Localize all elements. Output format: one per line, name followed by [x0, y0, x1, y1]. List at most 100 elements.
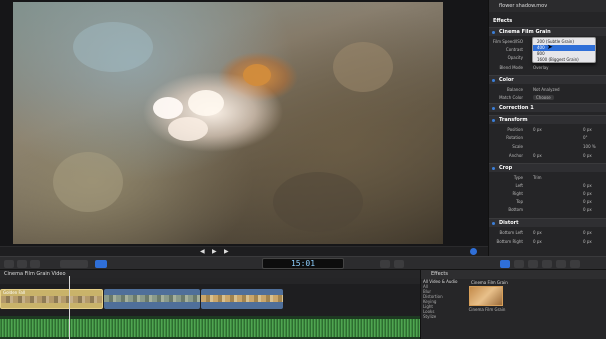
- timecode-display[interactable]: 15:01: [262, 258, 344, 269]
- timeline-clip[interactable]: Golden Fall: [0, 289, 103, 309]
- timeline-clip[interactable]: [104, 289, 200, 309]
- row-label: Bottom Right: [496, 239, 523, 244]
- position-x-field[interactable]: 0 px: [533, 127, 542, 132]
- row-value: Not Analyzed: [533, 87, 560, 92]
- generators-icon[interactable]: [556, 260, 566, 268]
- row-label: Opacity: [507, 55, 523, 60]
- bottom-right-x-field[interactable]: 0 px: [533, 239, 542, 244]
- row-bottom-left[interactable]: Bottom Left 0 px 0 px: [489, 229, 606, 237]
- blossom: [188, 90, 224, 116]
- music-icon[interactable]: [528, 260, 538, 268]
- photos-icon[interactable]: [514, 260, 524, 268]
- section-film-grain[interactable]: Cinema Film Grain: [489, 27, 606, 36]
- import-icon[interactable]: [4, 260, 14, 268]
- row-rotation[interactable]: Rotation 0°: [489, 134, 606, 142]
- crop-left-field[interactable]: 0 px: [583, 183, 592, 188]
- section-label: Crop: [499, 165, 513, 171]
- blend-mode-select[interactable]: Overlay: [533, 65, 549, 70]
- row-scale[interactable]: Scale 100 %: [489, 143, 606, 151]
- row-label: Contrast: [505, 47, 523, 52]
- effects-browser-icon[interactable]: [500, 260, 510, 268]
- next-icon[interactable]: ▶: [224, 248, 230, 255]
- row-left[interactable]: Left 0 px: [489, 182, 606, 190]
- enable-checkbox-icon[interactable]: [492, 79, 495, 82]
- section-transform[interactable]: Transform: [489, 115, 606, 124]
- crop-type-select[interactable]: Trim: [533, 175, 542, 180]
- themes-icon[interactable]: [570, 260, 580, 268]
- row-type[interactable]: Type Trim: [489, 174, 606, 182]
- row-position[interactable]: Position 0 px 0 px: [489, 126, 606, 134]
- row-match-color[interactable]: Match Color Choose: [489, 94, 606, 102]
- row-label: Match Color: [499, 95, 523, 100]
- video-frame[interactable]: [13, 2, 443, 244]
- row-label: Film Speed/ISO: [492, 39, 523, 44]
- background-tasks-icon[interactable]: [30, 260, 40, 268]
- enable-checkbox-icon[interactable]: [492, 167, 495, 170]
- row-bottom[interactable]: Bottom 0 px: [489, 206, 606, 214]
- row-top[interactable]: Top 0 px: [489, 198, 606, 206]
- keyword-icon[interactable]: [17, 260, 27, 268]
- row-label: Position: [507, 127, 523, 132]
- enable-checkbox-icon[interactable]: [492, 222, 495, 225]
- blossom: [168, 117, 208, 141]
- select-tool-icon[interactable]: [95, 260, 107, 268]
- section-label: Distort: [499, 220, 519, 226]
- choose-button[interactable]: Choose: [533, 95, 554, 100]
- row-label: Balance: [507, 87, 523, 92]
- snapping-icon[interactable]: [380, 260, 390, 268]
- effects-browser-header: Effects: [421, 270, 606, 279]
- film-speed-dropdown[interactable]: 200 (Subtle Grain) 400 800 1600 (Biggest…: [532, 37, 596, 63]
- viewer: [0, 0, 488, 246]
- enable-checkbox-icon[interactable]: [492, 31, 495, 34]
- audio-skimming-icon[interactable]: [394, 260, 404, 268]
- section-color[interactable]: Color: [489, 75, 606, 84]
- playhead[interactable]: [69, 276, 70, 339]
- timeline-ruler[interactable]: [0, 278, 420, 284]
- position-y-field[interactable]: 0 px: [583, 127, 592, 132]
- selected-effect-name: Cinema Film Grain: [471, 280, 508, 285]
- section-correction[interactable]: Correction 1: [489, 103, 606, 112]
- row-bottom-right[interactable]: Bottom Right 0 px 0 px: [489, 238, 606, 246]
- titles-icon[interactable]: [542, 260, 552, 268]
- effects-browser: Effects All Video & Audio All Blur Disto…: [420, 270, 606, 339]
- bottom-right-y-field[interactable]: 0 px: [583, 239, 592, 244]
- viewer-controls: ◀ ▶ ▶: [0, 246, 488, 256]
- enable-checkbox-icon[interactable]: [492, 107, 495, 110]
- effects-category-list: All Video & Audio All Blur Distortion Ke…: [423, 279, 467, 339]
- crop-bottom-field[interactable]: 0 px: [583, 207, 592, 212]
- rotation-field[interactable]: 0°: [583, 135, 588, 140]
- previous-icon[interactable]: ◀: [200, 248, 206, 255]
- section-distort[interactable]: Distort: [489, 218, 606, 227]
- crop-top-field[interactable]: 0 px: [583, 199, 592, 204]
- crop-right-field[interactable]: 0 px: [583, 191, 592, 196]
- section-label: Transform: [499, 117, 528, 123]
- row-label: Top: [516, 199, 523, 204]
- bottom-left-y-field[interactable]: 0 px: [583, 230, 592, 235]
- timeline-clip[interactable]: [201, 289, 283, 309]
- edit-tools-icon[interactable]: [60, 260, 88, 268]
- clip-filmstrip: [1, 296, 102, 303]
- section-crop[interactable]: Crop: [489, 163, 606, 172]
- clip-name: Golden Fall: [3, 290, 26, 295]
- row-label: Bottom: [508, 207, 523, 212]
- effect-thumbnail[interactable]: [469, 286, 503, 306]
- timeline-header: Cinema Film Grain Video: [0, 270, 420, 278]
- bottom-left-x-field[interactable]: 0 px: [533, 230, 542, 235]
- blossom: [153, 97, 183, 119]
- fullscreen-icon[interactable]: [470, 248, 477, 255]
- row-right[interactable]: Right 0 px: [489, 190, 606, 198]
- row-balance: Balance Not Analyzed: [489, 86, 606, 94]
- section-label: Correction 1: [499, 105, 534, 111]
- category-item[interactable]: Stylize: [423, 314, 467, 319]
- anchor-x-field[interactable]: 0 px: [533, 153, 542, 158]
- play-icon[interactable]: ▶: [212, 248, 218, 255]
- dropdown-option[interactable]: 1600 (Biggest Grain): [533, 57, 595, 63]
- bokeh: [53, 152, 123, 212]
- scale-field[interactable]: 100 %: [583, 144, 596, 149]
- row-blend-mode[interactable]: Blend Mode Overlay: [489, 64, 606, 72]
- sky-patch: [73, 22, 153, 72]
- audio-waveform: [0, 319, 420, 337]
- enable-checkbox-icon[interactable]: [492, 119, 495, 122]
- anchor-y-field[interactable]: 0 px: [583, 153, 592, 158]
- row-anchor[interactable]: Anchor 0 px 0 px: [489, 152, 606, 160]
